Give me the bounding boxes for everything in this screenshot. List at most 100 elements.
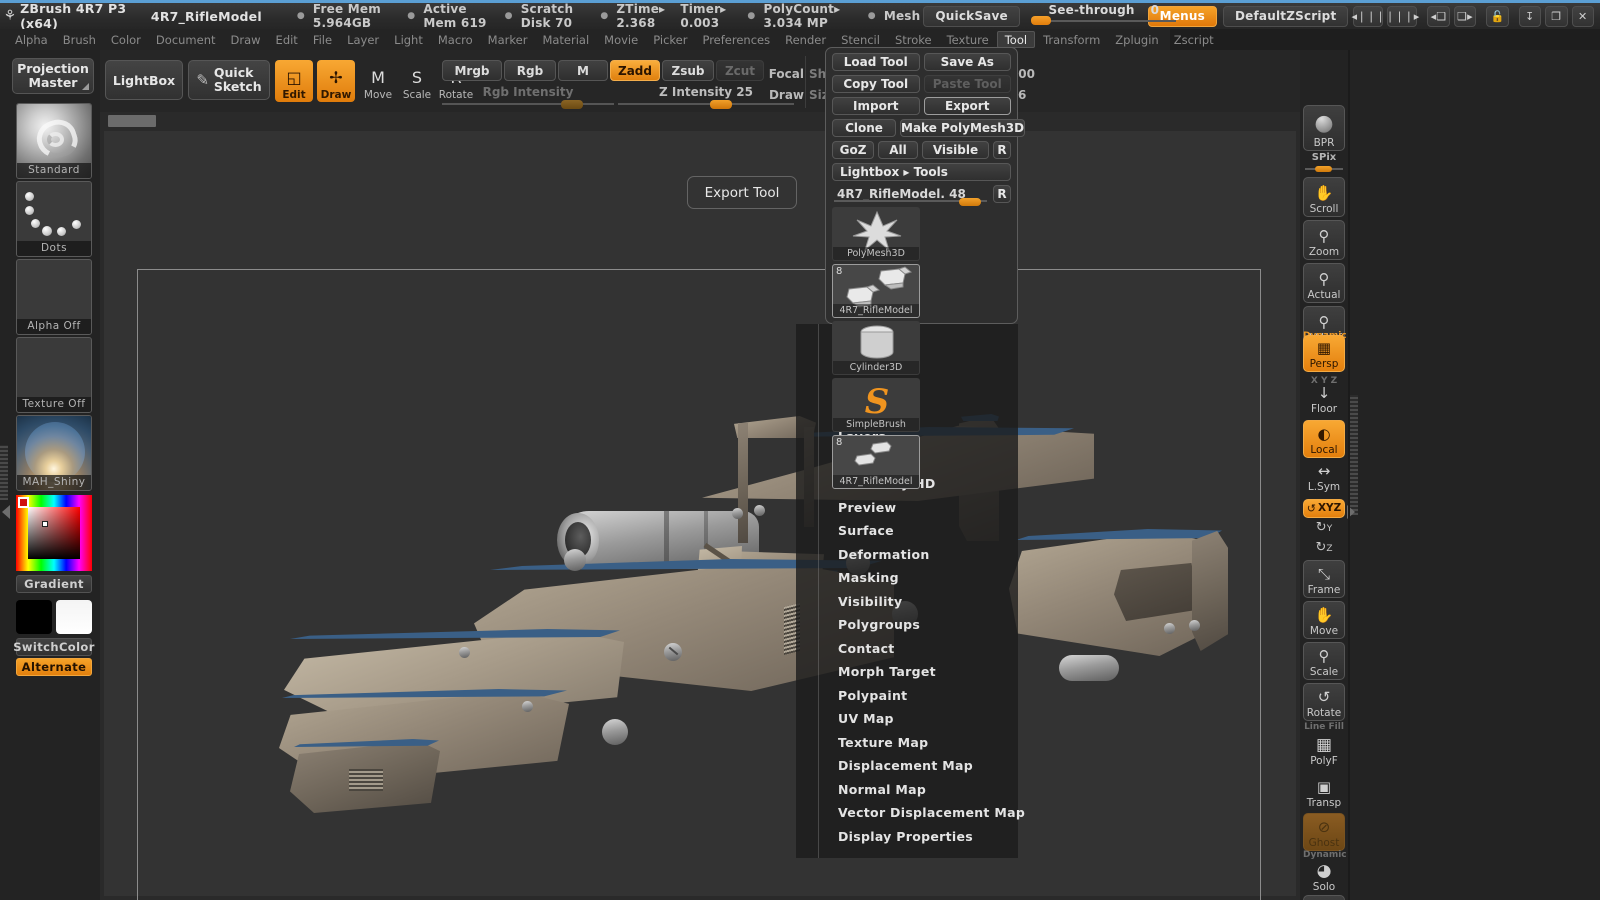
right-shelf-scrollbar[interactable] [1350, 395, 1358, 515]
menu-item-zscript[interactable]: Zscript [1167, 31, 1221, 48]
solo-button[interactable]: ◕ Solo [1303, 856, 1345, 894]
tool-slider-knob[interactable] [959, 198, 981, 206]
transp-button[interactable]: ▣ Transp [1303, 772, 1345, 810]
menu-item-light[interactable]: Light [387, 31, 430, 48]
brush-thumbnail[interactable]: Standard [16, 103, 92, 179]
make-polymesh3d-button[interactable]: Make PolyMesh3D [900, 119, 1026, 137]
left-shelf-scrollbar[interactable] [0, 445, 8, 500]
tool-palette-popup[interactable]: Load Tool Save As Copy Tool Paste Tool I… [825, 47, 1026, 489]
layer-prev-icon[interactable]: ◂❑ [1427, 5, 1450, 27]
rotate-y-button[interactable]: ↻Y [1303, 520, 1345, 535]
menu-item-preferences[interactable]: Preferences [695, 31, 777, 48]
alternate-button[interactable]: Alternate [16, 658, 92, 676]
tool-menu-item-deformation[interactable]: Deformation [838, 547, 930, 562]
menu-item-macro[interactable]: Macro [431, 31, 480, 48]
main-color-swatch[interactable] [16, 600, 52, 634]
tool-menu-item-texture-map[interactable]: Texture Map [838, 735, 928, 750]
tool-menu-item-polygroups[interactable]: Polygroups [838, 617, 920, 632]
projection-master-button[interactable]: Projection Master [12, 58, 94, 94]
menu-item-marker[interactable]: Marker [481, 31, 535, 48]
import-button[interactable]: Import [832, 97, 920, 115]
floor-button[interactable]: ↓ Floor [1303, 382, 1345, 416]
canvas-area[interactable] [100, 112, 1300, 900]
load-tool-button[interactable]: Load Tool [832, 53, 920, 71]
menu-item-brush[interactable]: Brush [56, 31, 103, 48]
canvas-document[interactable] [104, 131, 1296, 900]
menu-item-tool[interactable]: Tool [996, 31, 1036, 48]
xyz-button[interactable]: ↺ XYZ [1303, 499, 1345, 518]
copy-tool-button[interactable]: Copy Tool [832, 75, 920, 93]
tool-menu-item-uv-map[interactable]: UV Map [838, 711, 894, 726]
zoom-button[interactable]: ⚲ Zoom [1303, 220, 1345, 260]
tool-menu-item-surface[interactable]: Surface [838, 523, 894, 538]
alpha-thumbnail[interactable]: Alpha Off [16, 259, 92, 335]
menu-item-movie[interactable]: Movie [597, 31, 645, 48]
r-button[interactable]: R [993, 141, 1011, 159]
draw-mode-button[interactable]: ✢ Draw [317, 60, 355, 102]
tool-menu-item-visibility[interactable]: Visibility [838, 594, 902, 609]
color-picker-marker-outer[interactable] [18, 497, 29, 508]
menu-item-edit[interactable]: Edit [269, 31, 305, 48]
tool-menu-item-masking[interactable]: Masking [838, 570, 899, 585]
actual-button[interactable]: ⚲ Actual [1303, 263, 1345, 303]
rgb-intensity-slider[interactable]: Rgb Intensity [442, 85, 614, 109]
tool-thumb-rifle-second[interactable]: 8 4R7_RifleModel [832, 435, 920, 489]
scroll-left-icon[interactable]: ◂❘❘❘ [1351, 5, 1385, 27]
polyf-button[interactable]: ▦ PolyF [1303, 730, 1345, 768]
menu-item-stroke[interactable]: Stroke [888, 31, 939, 48]
export-button[interactable]: Export [923, 97, 1011, 115]
menu-item-document[interactable]: Document [149, 31, 223, 48]
all-button[interactable]: All [878, 141, 918, 159]
default-zscript-button[interactable]: DefaultZScript [1222, 5, 1349, 27]
switch-color-button[interactable]: SwitchColor [13, 638, 94, 656]
menu-item-draw[interactable]: Draw [224, 31, 268, 48]
rifle-3d-model[interactable] [104, 131, 1296, 896]
texture-thumbnail[interactable]: Texture Off [16, 337, 92, 413]
layer-next-icon[interactable]: ❑▸ [1453, 5, 1477, 27]
menu-item-picker[interactable]: Picker [646, 31, 694, 48]
tool-menu-item-vector-displacement-map[interactable]: Vector Displacement Map [838, 805, 1025, 820]
scroll-button[interactable]: ✋ Scroll [1303, 177, 1345, 217]
tool-menu-item-polypaint[interactable]: Polypaint [838, 688, 907, 703]
material-thumbnail[interactable]: MAH_Shiny [16, 415, 92, 491]
mrgb-button[interactable]: Mrgb [442, 60, 502, 81]
color-picker-gradient[interactable] [28, 507, 80, 559]
left-shelf-expand-arrow-icon[interactable] [2, 505, 10, 519]
tool-slider-r-button[interactable]: R [993, 185, 1011, 203]
lightbox-button[interactable]: LightBox [105, 60, 183, 100]
color-picker[interactable] [16, 495, 92, 571]
canvas-tab[interactable] [108, 115, 156, 127]
menu-item-stencil[interactable]: Stencil [834, 31, 887, 48]
frame-button[interactable]: ⤡ Frame [1303, 560, 1345, 598]
rotate-z-button[interactable]: ↻Z [1303, 540, 1345, 555]
expand-button[interactable]: ⤢ [1303, 895, 1345, 900]
menu-item-texture[interactable]: Texture [940, 31, 996, 48]
close-button[interactable]: ✕ [1571, 5, 1594, 27]
menu-item-alpha[interactable]: Alpha [8, 31, 55, 48]
z-intensity-knob[interactable] [710, 100, 732, 109]
move-button[interactable]: ✋ Move [1303, 601, 1345, 639]
rgb-button[interactable]: Rgb [504, 60, 556, 81]
see-through-slider[interactable]: See-through 0 [1029, 3, 1176, 29]
menu-item-render[interactable]: Render [778, 31, 833, 48]
edit-mode-button[interactable]: ◱ Edit [275, 60, 313, 102]
scale-button[interactable]: ⚲ Scale [1303, 642, 1345, 680]
menu-item-transform[interactable]: Transform [1036, 31, 1107, 48]
persp-button[interactable]: ▦ Persp [1303, 335, 1345, 372]
gradient-button[interactable]: Gradient [16, 575, 92, 593]
bpr-button[interactable]: ● BPR [1303, 105, 1345, 151]
ghost-button[interactable]: ⊘ Ghost [1303, 813, 1345, 851]
menu-item-layer[interactable]: Layer [340, 31, 386, 48]
local-button[interactable]: ◐ Local [1303, 420, 1345, 458]
visible-button[interactable]: Visible [922, 141, 989, 159]
menu-item-color[interactable]: Color [104, 31, 148, 48]
tool-thumb-polymesh3d[interactable]: PolyMesh3D [832, 207, 920, 261]
spix-slider[interactable] [1305, 166, 1343, 172]
rotate-button[interactable]: ↺ Rotate [1303, 683, 1345, 721]
secondary-color-swatch[interactable] [56, 600, 92, 634]
stroke-thumbnail[interactable]: Dots [16, 181, 92, 257]
tool-thumb-cylinder3d[interactable]: Cylinder3D [832, 321, 920, 375]
goz-button[interactable]: GoZ [832, 141, 874, 159]
menu-item-zplugin[interactable]: Zplugin [1108, 31, 1165, 48]
zcut-button[interactable]: Zcut [716, 60, 764, 81]
